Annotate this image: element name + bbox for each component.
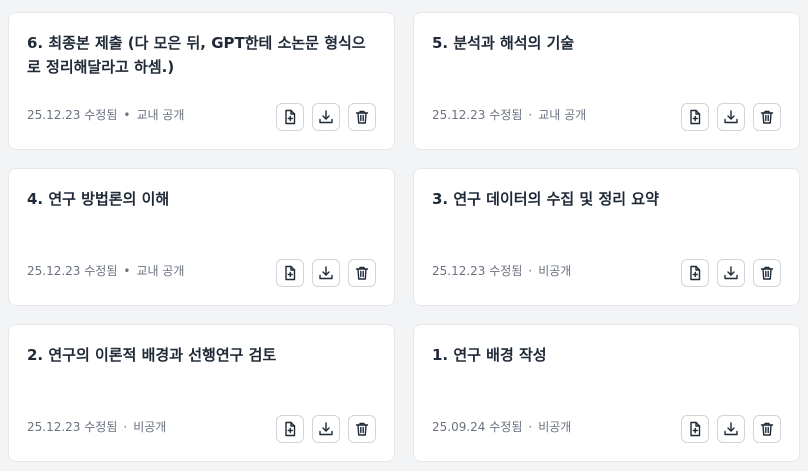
document-card[interactable]: 5. 분석과 해석의 기술 25.12.23 수정됨 · 교내 공개 <box>413 12 800 150</box>
download-icon <box>319 266 333 280</box>
document-card[interactable]: 3. 연구 데이터의 수집 및 정리 요약 25.12.23 수정됨 · 비공개 <box>413 168 800 306</box>
trash-icon <box>760 110 774 124</box>
meta-separator: · <box>528 419 533 434</box>
file-plus-icon <box>285 265 296 281</box>
document-card[interactable]: 4. 연구 방법론의 이해 25.12.23 수정됨 • 교내 공개 <box>8 168 395 306</box>
card-actions <box>276 259 376 287</box>
card-title[interactable]: 4. 연구 방법론의 이해 <box>27 187 374 211</box>
download-button[interactable] <box>717 103 745 131</box>
trash-icon <box>355 110 369 124</box>
card-title[interactable]: 6. 최종본 제출 (다 모은 뒤, GPT한테 소논문 형식으로 정리해달라고… <box>27 31 374 79</box>
modified-date: 25.12.23 수정됨 <box>27 264 118 278</box>
meta-separator: • <box>123 263 131 278</box>
modified-date: 25.12.23 수정됨 <box>27 420 118 434</box>
add-file-button[interactable] <box>276 103 304 131</box>
download-icon <box>319 110 333 124</box>
card-meta: 25.12.23 수정됨 · 교내 공개 <box>432 106 586 123</box>
modified-date: 25.12.23 수정됨 <box>432 264 523 278</box>
download-icon <box>724 266 738 280</box>
card-actions <box>681 259 781 287</box>
modified-date: 25.12.23 수정됨 <box>432 108 523 122</box>
download-icon <box>724 422 738 436</box>
trash-icon <box>355 422 369 436</box>
download-button[interactable] <box>312 415 340 443</box>
delete-button[interactable] <box>753 415 781 443</box>
file-plus-icon <box>690 421 701 437</box>
download-button[interactable] <box>312 103 340 131</box>
card-meta: 25.12.23 수정됨 • 교내 공개 <box>27 262 184 279</box>
document-card[interactable]: 1. 연구 배경 작성 25.09.24 수정됨 · 비공개 <box>413 324 800 462</box>
card-actions <box>681 415 781 443</box>
file-plus-icon <box>285 109 296 125</box>
card-actions <box>681 103 781 131</box>
meta-separator: · <box>123 419 128 434</box>
modified-date: 25.12.23 수정됨 <box>27 108 118 122</box>
card-meta: 25.12.23 수정됨 · 비공개 <box>27 418 166 435</box>
card-meta: 25.09.24 수정됨 · 비공개 <box>432 418 571 435</box>
card-title[interactable]: 3. 연구 데이터의 수집 및 정리 요약 <box>432 187 779 211</box>
delete-button[interactable] <box>348 415 376 443</box>
add-file-button[interactable] <box>276 259 304 287</box>
visibility-label: 교내 공개 <box>136 264 185 278</box>
download-button[interactable] <box>717 259 745 287</box>
add-file-button[interactable] <box>681 259 709 287</box>
add-file-button[interactable] <box>681 103 709 131</box>
add-file-button[interactable] <box>681 415 709 443</box>
visibility-label: 교내 공개 <box>136 108 185 122</box>
add-file-button[interactable] <box>276 415 304 443</box>
trash-icon <box>355 266 369 280</box>
visibility-label: 비공개 <box>538 264 572 278</box>
file-plus-icon <box>285 421 296 437</box>
modified-date: 25.09.24 수정됨 <box>432 420 523 434</box>
download-button[interactable] <box>312 259 340 287</box>
trash-icon <box>760 266 774 280</box>
visibility-label: 비공개 <box>538 420 572 434</box>
meta-separator: • <box>123 107 131 122</box>
visibility-label: 비공개 <box>133 420 167 434</box>
file-plus-icon <box>690 265 701 281</box>
card-meta: 25.12.23 수정됨 · 비공개 <box>432 262 571 279</box>
document-card[interactable]: 6. 최종본 제출 (다 모은 뒤, GPT한테 소논문 형식으로 정리해달라고… <box>8 12 395 150</box>
download-icon <box>724 110 738 124</box>
download-icon <box>319 422 333 436</box>
meta-separator: · <box>528 263 533 278</box>
meta-separator: · <box>528 107 533 122</box>
visibility-label: 교내 공개 <box>538 108 587 122</box>
delete-button[interactable] <box>348 259 376 287</box>
delete-button[interactable] <box>753 259 781 287</box>
card-grid: 6. 최종본 제출 (다 모은 뒤, GPT한테 소논문 형식으로 정리해달라고… <box>0 0 808 471</box>
document-card[interactable]: 2. 연구의 이론적 배경과 선행연구 검토 25.12.23 수정됨 · 비공… <box>8 324 395 462</box>
download-button[interactable] <box>717 415 745 443</box>
card-title[interactable]: 2. 연구의 이론적 배경과 선행연구 검토 <box>27 343 374 367</box>
card-title[interactable]: 5. 분석과 해석의 기술 <box>432 31 779 55</box>
trash-icon <box>760 422 774 436</box>
delete-button[interactable] <box>348 103 376 131</box>
card-meta: 25.12.23 수정됨 • 교내 공개 <box>27 106 184 123</box>
card-actions <box>276 415 376 443</box>
file-plus-icon <box>690 109 701 125</box>
delete-button[interactable] <box>753 103 781 131</box>
card-actions <box>276 103 376 131</box>
card-title[interactable]: 1. 연구 배경 작성 <box>432 343 779 367</box>
